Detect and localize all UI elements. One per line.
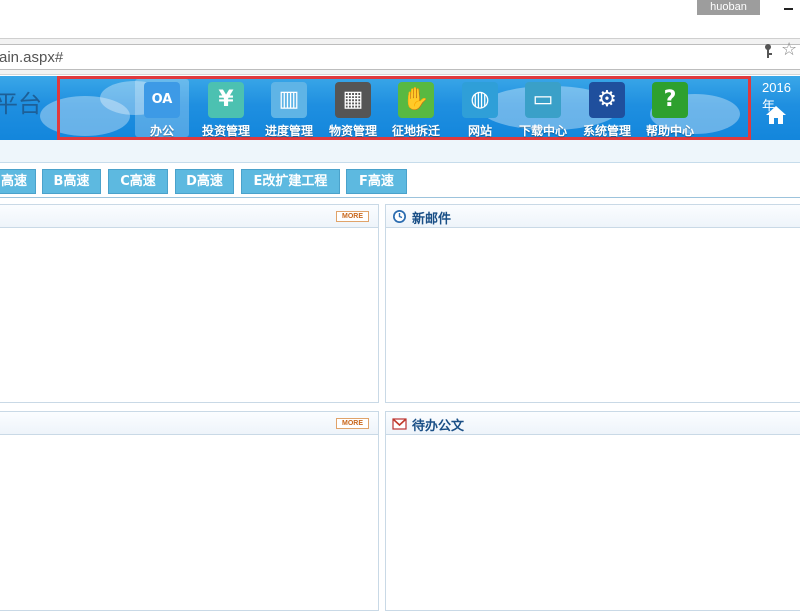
nav-item-label: 进度管理 (264, 124, 313, 138)
url-text: ain.aspx# (0, 49, 64, 66)
nav-item-8[interactable]: ? 帮助中心 (643, 79, 697, 138)
nav-item-label: 征地拆迁 (391, 124, 440, 138)
clock-icon (393, 210, 406, 223)
tab-d-highway[interactable]: D高速 (175, 169, 234, 194)
minimize-button[interactable] (784, 8, 793, 10)
key-icon[interactable] (762, 43, 774, 59)
nav-item-7[interactable]: ⚙ 系统管理 (580, 79, 634, 138)
nav-item-5[interactable]: ◍ 网站 (453, 79, 507, 138)
nav-item-label: 办公 (149, 124, 174, 138)
panel-pending-docs: 待办公文 (385, 411, 800, 611)
materials-photo-icon: ▦ (335, 82, 371, 118)
tab-c-highway[interactable]: C高速 (108, 169, 168, 194)
panel-header: 待办公文 (386, 412, 800, 435)
nav-item-6[interactable]: ▭ 下载中心 (516, 79, 570, 138)
panel-title: 待办公文 (412, 419, 465, 434)
nav-item-2[interactable]: ▥ 进度管理 (262, 79, 316, 138)
url-field[interactable]: ain.aspx# (0, 44, 800, 70)
home-icon[interactable] (765, 104, 787, 126)
globe-icon: ◍ (462, 82, 498, 118)
nav-item-label: 物资管理 (328, 124, 377, 138)
panel-header: MORE (0, 205, 378, 228)
panel-new-mail: 新邮件 (385, 204, 800, 403)
nav-item-label: 下载中心 (518, 124, 567, 138)
brand-title: 平台 (0, 91, 42, 118)
nav-item-1[interactable]: ¥ 投资管理 (199, 79, 253, 138)
nav-item-3[interactable]: ▦ 物资管理 (326, 79, 380, 138)
folder-icon: ▭ (525, 82, 561, 118)
tab-a-highway[interactable]: 高速 (0, 169, 36, 194)
panel-title: 新邮件 (412, 212, 452, 227)
panel-header: MORE (0, 412, 378, 435)
tabs-rule (0, 197, 800, 198)
oa-cloud-icon: OA (144, 82, 180, 118)
window-titlebar: huoban (0, 0, 800, 38)
more-button[interactable]: MORE (336, 418, 369, 429)
user-badge: huoban (697, 0, 760, 15)
progress-chart-icon: ▥ (271, 82, 307, 118)
bookmark-star-icon[interactable]: ☆ (781, 41, 797, 59)
project-tabs: 高速 B高速 C高速 D高速 E改扩建工程 F高速 (0, 169, 800, 195)
nav-item-label: 网站 (467, 124, 492, 138)
help-icon: ? (652, 82, 688, 118)
more-button[interactable]: MORE (336, 211, 369, 222)
tab-f-highway[interactable]: F高速 (346, 169, 407, 194)
tab-e-expansion[interactable]: E改扩建工程 (241, 169, 340, 194)
nav-item-label: 投资管理 (201, 124, 250, 138)
panel-header: 新邮件 (386, 205, 800, 228)
header-separator (0, 140, 800, 163)
tab-b-highway[interactable]: B高速 (42, 169, 101, 194)
app-header: 平台 OA 办公 ¥ 投资管理 ▥ 进度管理 ▦ 物资管理 ✋ 征地拆迁 ◍ 网站 ▭ 下载中心 ⚙ 系统管理… (0, 76, 800, 140)
gear-icon: ⚙ (589, 82, 625, 118)
panel-bottom-left: MORE (0, 411, 379, 611)
nav-item-4[interactable]: ✋ 征地拆迁 (389, 79, 443, 138)
nav-item-label: 帮助中心 (645, 124, 694, 138)
mail-icon (392, 418, 407, 430)
nav-item-0[interactable]: OA 办公 (135, 79, 189, 138)
panel-top-left: MORE (0, 204, 379, 403)
handshake-icon: ✋ (398, 82, 434, 118)
address-bar: ain.aspx# ☆ (0, 38, 800, 75)
nav-item-label: 系统管理 (582, 124, 631, 138)
yen-icon: ¥ (208, 82, 244, 118)
